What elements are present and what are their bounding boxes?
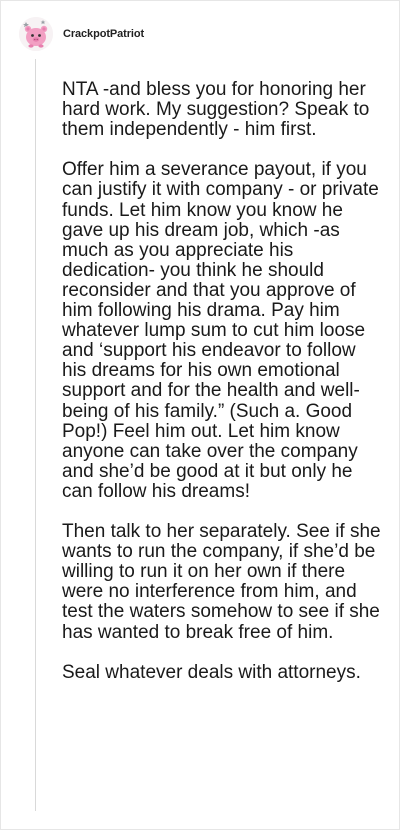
comment-header: CrackpotPatriot xyxy=(19,17,144,51)
username[interactable]: CrackpotPatriot xyxy=(63,28,144,40)
thread-line xyxy=(35,59,36,811)
pink-cartoon-avatar-icon xyxy=(19,17,53,51)
comment-paragraph: Then talk to her separately. See if she … xyxy=(62,521,381,643)
avatar[interactable] xyxy=(19,17,53,51)
comment-body: NTA -and bless you for honoring her hard… xyxy=(62,79,382,683)
comment-card: CrackpotPatriot NTA -and bless you for h… xyxy=(0,0,400,830)
comment-paragraph: Seal whatever deals with attorneys. xyxy=(62,661,361,683)
comment-paragraph: Offer him a severance payout, if you can… xyxy=(62,159,379,502)
comment-paragraph: NTA -and bless you for honoring her hard… xyxy=(62,79,370,141)
